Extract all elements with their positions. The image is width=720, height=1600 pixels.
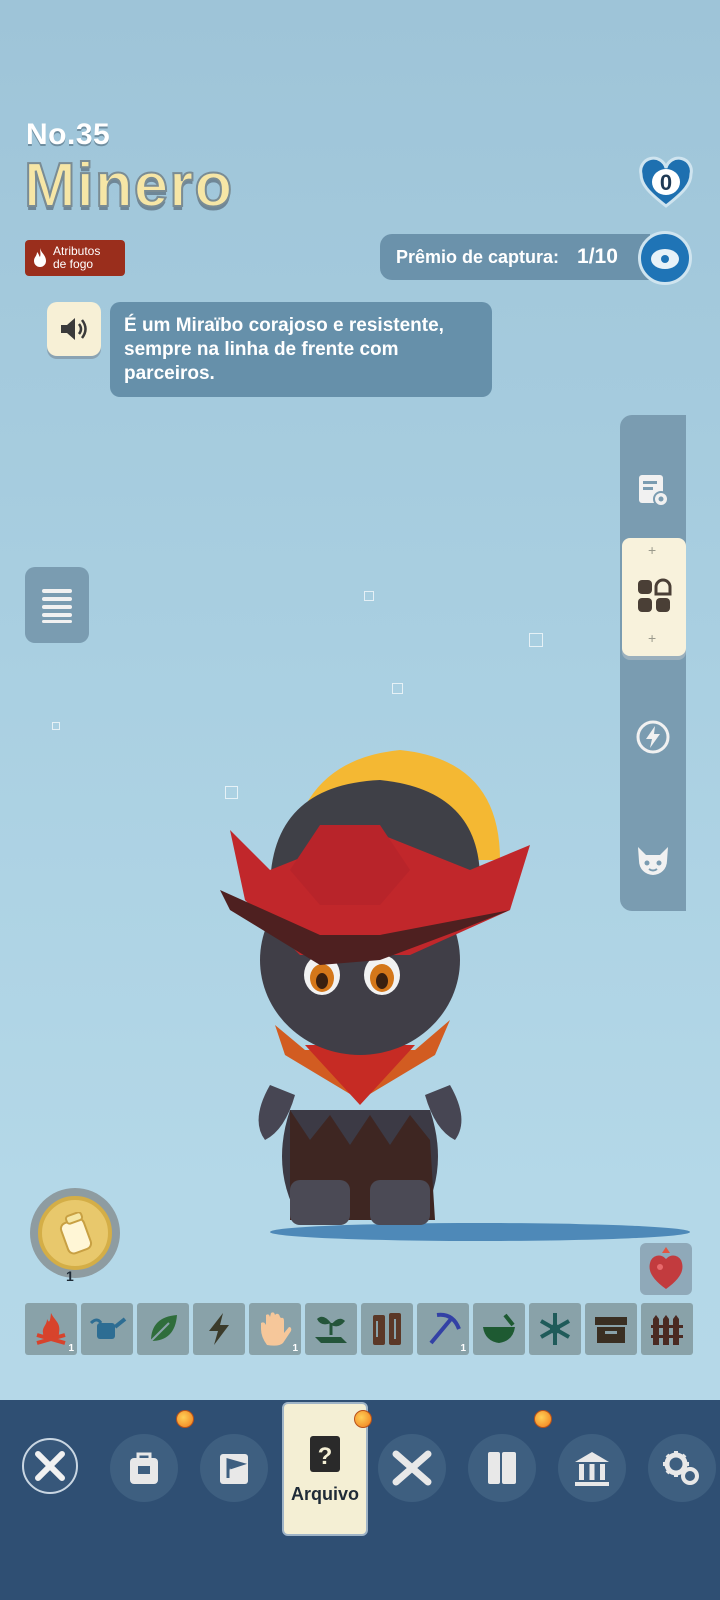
cross-swords-icon	[392, 1450, 432, 1486]
plus-icon: +	[648, 630, 657, 646]
list-icon	[42, 589, 72, 623]
speaker-icon	[61, 318, 87, 340]
capture-value: 1/10	[577, 245, 618, 268]
side-menu-details[interactable]	[620, 450, 686, 530]
snowflake-icon	[540, 1313, 570, 1345]
tool-campfire[interactable]: 1	[25, 1303, 77, 1355]
creature-name: Minero	[23, 150, 234, 221]
nav-museum[interactable]	[558, 1434, 626, 1502]
coin-jar-icon	[59, 1212, 93, 1255]
tool-seedling[interactable]	[305, 1303, 357, 1355]
capture-disc-icon[interactable]	[638, 231, 692, 285]
tool-hand[interactable]: 1	[249, 1303, 301, 1355]
nav-book[interactable]	[468, 1434, 536, 1502]
tool-count: 1	[292, 1343, 298, 1354]
tool-snowflake[interactable]	[529, 1303, 581, 1355]
coin-item-button[interactable]	[30, 1188, 120, 1278]
box-icon	[595, 1317, 627, 1343]
creature-description: É um Miraïbo corajoso e resistente, semp…	[110, 302, 492, 397]
favorite-heart-button[interactable]: 0	[638, 156, 694, 212]
list-menu-button[interactable]	[25, 567, 89, 643]
attribute-label: Atributos de fogo	[53, 244, 101, 271]
notification-dot	[354, 1410, 372, 1428]
hand-icon	[261, 1312, 292, 1346]
museum-icon	[575, 1452, 609, 1486]
lightning-icon	[209, 1313, 229, 1345]
flag-icon	[220, 1454, 248, 1484]
fence-icon	[651, 1315, 683, 1345]
tool-fence[interactable]	[641, 1303, 693, 1355]
notification-dot	[534, 1410, 552, 1428]
sparkle	[52, 722, 60, 730]
tool-count: 1	[460, 1343, 466, 1354]
creature-model	[220, 750, 690, 1241]
play-voice-button[interactable]	[47, 302, 101, 356]
archive-icon: ?	[310, 1436, 340, 1472]
plus-icon: +	[648, 542, 657, 558]
svg-text:?: ?	[318, 1443, 333, 1470]
log-icon	[373, 1313, 401, 1345]
book-icon	[488, 1452, 516, 1484]
side-menu-grid-active[interactable]: + +	[622, 538, 686, 656]
heart-fruit-icon	[649, 1247, 683, 1289]
capture-reward-bar[interactable]: Prêmio de captura: 1/10	[380, 234, 650, 280]
details-icon	[639, 475, 669, 507]
skill-toolbar: 1 1 1	[25, 1303, 695, 1355]
campfire-icon	[36, 1313, 66, 1345]
heart-count: 0	[659, 170, 673, 195]
exit-button[interactable]	[22, 1438, 78, 1494]
tool-lightning[interactable]	[193, 1303, 245, 1355]
mortar-icon	[483, 1313, 515, 1343]
coin-count: 1	[66, 1268, 74, 1284]
creature-number: No.35	[26, 118, 111, 151]
tool-watering[interactable]	[81, 1303, 133, 1355]
exit-icon	[35, 1451, 65, 1481]
settings-icon	[663, 1451, 699, 1485]
notification-dot	[176, 1410, 194, 1428]
capsule-icon	[651, 249, 679, 269]
leaf-icon	[150, 1315, 177, 1342]
tool-pickaxe[interactable]: 1	[417, 1303, 469, 1355]
fire-attribute-badge: Atributos de fogo	[25, 240, 125, 276]
grid-icon	[638, 578, 672, 612]
tool-count: 1	[68, 1343, 74, 1354]
tool-leaf[interactable]	[137, 1303, 189, 1355]
nav-archive-label: Arquivo	[290, 1484, 359, 1504]
nav-backpack[interactable]	[110, 1434, 178, 1502]
sparkle	[364, 591, 374, 601]
sparkle	[392, 683, 403, 694]
seedling-icon	[315, 1316, 347, 1343]
nav-settings[interactable]	[648, 1434, 716, 1502]
nav-battle[interactable]	[378, 1434, 446, 1502]
pickaxe-icon	[429, 1312, 461, 1345]
nav-flag[interactable]	[200, 1434, 268, 1502]
tool-box[interactable]	[585, 1303, 637, 1355]
capture-label: Prêmio de captura:	[396, 246, 560, 267]
tool-mortar[interactable]	[473, 1303, 525, 1355]
flame-icon	[34, 248, 46, 267]
sparkle	[529, 633, 543, 647]
heart-fruit-item[interactable]	[640, 1243, 692, 1295]
backpack-icon	[130, 1452, 158, 1484]
tool-log[interactable]	[361, 1303, 413, 1355]
watering-can-icon	[89, 1317, 127, 1339]
